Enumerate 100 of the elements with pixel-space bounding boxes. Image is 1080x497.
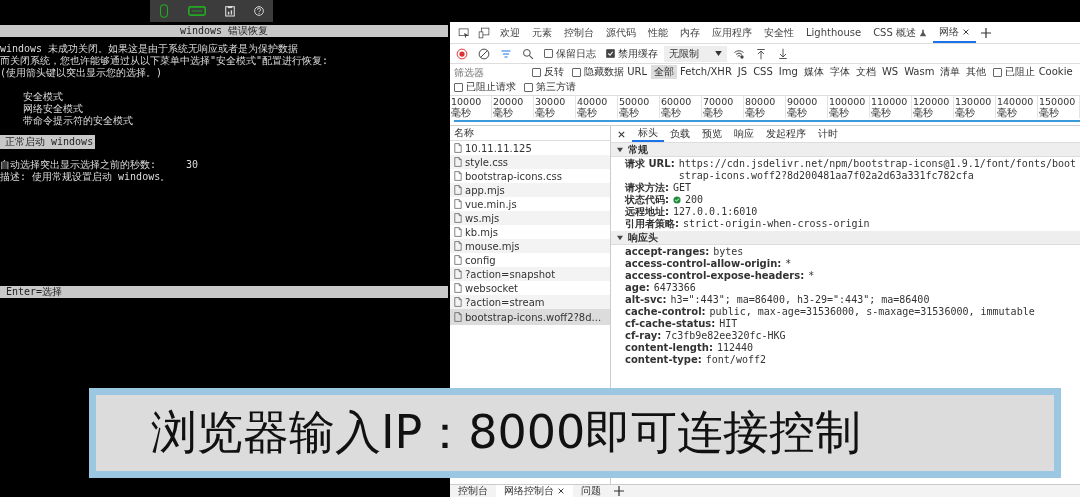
- checkbox-option[interactable]: 已阻止 Cookie: [993, 65, 1073, 79]
- boot-description: 描述: 使用常规设置启动 windows。: [0, 171, 172, 183]
- boot-option[interactable]: 网络安全模式: [0, 103, 83, 114]
- checkbox-option[interactable]: 第三方请: [524, 80, 576, 94]
- request-row[interactable]: ?action=stream: [450, 295, 610, 309]
- type-filter[interactable]: WS: [878, 65, 902, 79]
- timeline-tick: 110000 毫秒: [870, 96, 912, 118]
- request-row[interactable]: style.css: [450, 155, 610, 169]
- collapse-triangle-icon: [617, 146, 623, 153]
- detail-tab[interactable]: 发起程序: [760, 127, 812, 141]
- record-icon[interactable]: [456, 47, 468, 60]
- devtools-tab[interactable]: 元素: [526, 22, 558, 43]
- header-name: 请求方法:: [625, 182, 669, 194]
- type-filter[interactable]: 文档: [852, 65, 879, 79]
- header-value: 112440: [716, 342, 754, 354]
- type-filter[interactable]: CSS: [750, 65, 776, 79]
- header-value: 7c3fb9e82ee320fc-HKG: [665, 330, 786, 342]
- request-row[interactable]: 10.11.11.125: [450, 141, 610, 155]
- header-name: access-control-expose-headers:: [625, 270, 805, 282]
- search-icon[interactable]: [522, 47, 534, 60]
- type-filter[interactable]: 字体: [826, 65, 853, 79]
- timeline-tick: 140000 毫秒: [996, 96, 1038, 118]
- detail-tab[interactable]: 预览: [696, 127, 728, 141]
- keyboard-icon[interactable]: [188, 4, 207, 18]
- devtools-tab[interactable]: 源代码: [600, 22, 642, 43]
- header-name: content-length:: [625, 342, 713, 354]
- section-header[interactable]: 响应头: [611, 231, 1080, 245]
- header-name: age:: [625, 282, 650, 294]
- boot-option[interactable]: 带命令提示符的安全模式: [0, 115, 133, 126]
- devtools-tab[interactable]: 应用程序: [706, 22, 758, 43]
- type-filter[interactable]: 媒体: [800, 65, 827, 79]
- boot-option[interactable]: 安全模式: [0, 91, 63, 102]
- device-icon[interactable]: [478, 26, 490, 39]
- header-value: h3=":443"; ma=86400, h3-29=":443"; ma=86400: [670, 294, 930, 306]
- boot-option[interactable]: 正常启动 windows: [0, 135, 96, 149]
- detail-tab[interactable]: 响应: [728, 127, 760, 141]
- file-icon: [454, 185, 462, 195]
- type-filter[interactable]: Fetch/XHR: [677, 65, 735, 79]
- devtools-tab[interactable]: 欢迎: [494, 22, 526, 43]
- timeline-tick: 70000 毫秒: [702, 96, 744, 118]
- mouse-icon[interactable]: [159, 4, 170, 18]
- devtools-tab[interactable]: 安全性: [758, 22, 800, 43]
- type-filter[interactable]: 清单: [937, 65, 964, 79]
- checkbox-option[interactable]: 反转: [532, 65, 564, 79]
- file-icon: [454, 171, 462, 181]
- drawer-tab[interactable]: 问题: [573, 485, 609, 497]
- request-row[interactable]: kb.mjs: [450, 225, 610, 239]
- file-icon: [454, 199, 462, 209]
- devtools-tab[interactable]: Lighthouse: [800, 22, 868, 43]
- section-header[interactable]: 常规: [611, 143, 1080, 157]
- upload-icon[interactable]: [755, 47, 767, 60]
- throttling-select[interactable]: 无限制: [664, 45, 727, 62]
- download-icon[interactable]: [777, 47, 789, 60]
- file-icon: [454, 312, 462, 322]
- help-icon[interactable]: [253, 4, 264, 18]
- checkbox-option[interactable]: 已阻止请求: [454, 80, 516, 94]
- request-row[interactable]: mouse.mjs: [450, 239, 610, 253]
- file-icon: [454, 283, 462, 293]
- detail-tab[interactable]: 负载: [664, 127, 696, 141]
- timeline-tick: 90000 毫秒: [786, 96, 828, 118]
- header-name: 引用者策略:: [625, 218, 679, 230]
- type-filter[interactable]: Img: [775, 65, 801, 79]
- checkbox-option[interactable]: 禁用缓存: [606, 46, 658, 61]
- drawer-tab[interactable]: 网络控制台: [496, 485, 573, 497]
- type-filter[interactable]: 全部: [651, 65, 678, 79]
- close-icon[interactable]: [557, 487, 565, 495]
- close-icon[interactable]: [962, 27, 970, 36]
- checkbox-option[interactable]: 隐藏数据 URL: [572, 65, 648, 79]
- header-value: 200: [685, 194, 704, 206]
- request-row[interactable]: config: [450, 253, 610, 267]
- drawer-tab[interactable]: 控制台: [450, 485, 496, 497]
- header-name: 状态代码:: [625, 194, 669, 206]
- inspect-icon[interactable]: [458, 26, 470, 39]
- detail-tab[interactable]: 计时: [812, 127, 844, 141]
- request-row[interactable]: bootstrap-icons.css: [450, 169, 610, 183]
- request-row[interactable]: app.mjs: [450, 183, 610, 197]
- type-filter[interactable]: Wasm: [901, 65, 938, 79]
- request-row[interactable]: ws.mjs: [450, 211, 610, 225]
- devtools-tab[interactable]: 网络: [933, 22, 976, 43]
- header-value: 127.0.0.1:6010: [673, 206, 758, 218]
- devtools-tab[interactable]: CSS 概述: [867, 22, 933, 43]
- header-value: *: [808, 270, 815, 282]
- request-row[interactable]: bootstrap-icons.woff2?8d...: [450, 309, 610, 325]
- request-row[interactable]: ?action=snapshot: [450, 267, 610, 281]
- type-filter[interactable]: 其他: [963, 65, 990, 79]
- devtools-tab[interactable]: 内存: [674, 22, 706, 43]
- type-filter[interactable]: JS: [734, 65, 751, 79]
- header-value: *: [785, 258, 792, 270]
- checkbox-option[interactable]: 保留日志: [544, 46, 596, 61]
- clear-icon[interactable]: [478, 47, 490, 60]
- devtools-tab[interactable]: 控制台: [558, 22, 600, 43]
- devtools-tab[interactable]: 性能: [642, 22, 674, 43]
- request-row[interactable]: vue.min.js: [450, 197, 610, 211]
- request-row[interactable]: websocket: [450, 281, 610, 295]
- header-value: public, max-age=31536000, s-maxage=31536000, immutable: [709, 306, 1035, 318]
- plus-icon[interactable]: [613, 485, 625, 497]
- close-icon[interactable]: [617, 129, 626, 139]
- wifi-icon[interactable]: [733, 47, 745, 60]
- clipboard-icon[interactable]: [224, 4, 235, 18]
- plus-icon[interactable]: [980, 26, 992, 39]
